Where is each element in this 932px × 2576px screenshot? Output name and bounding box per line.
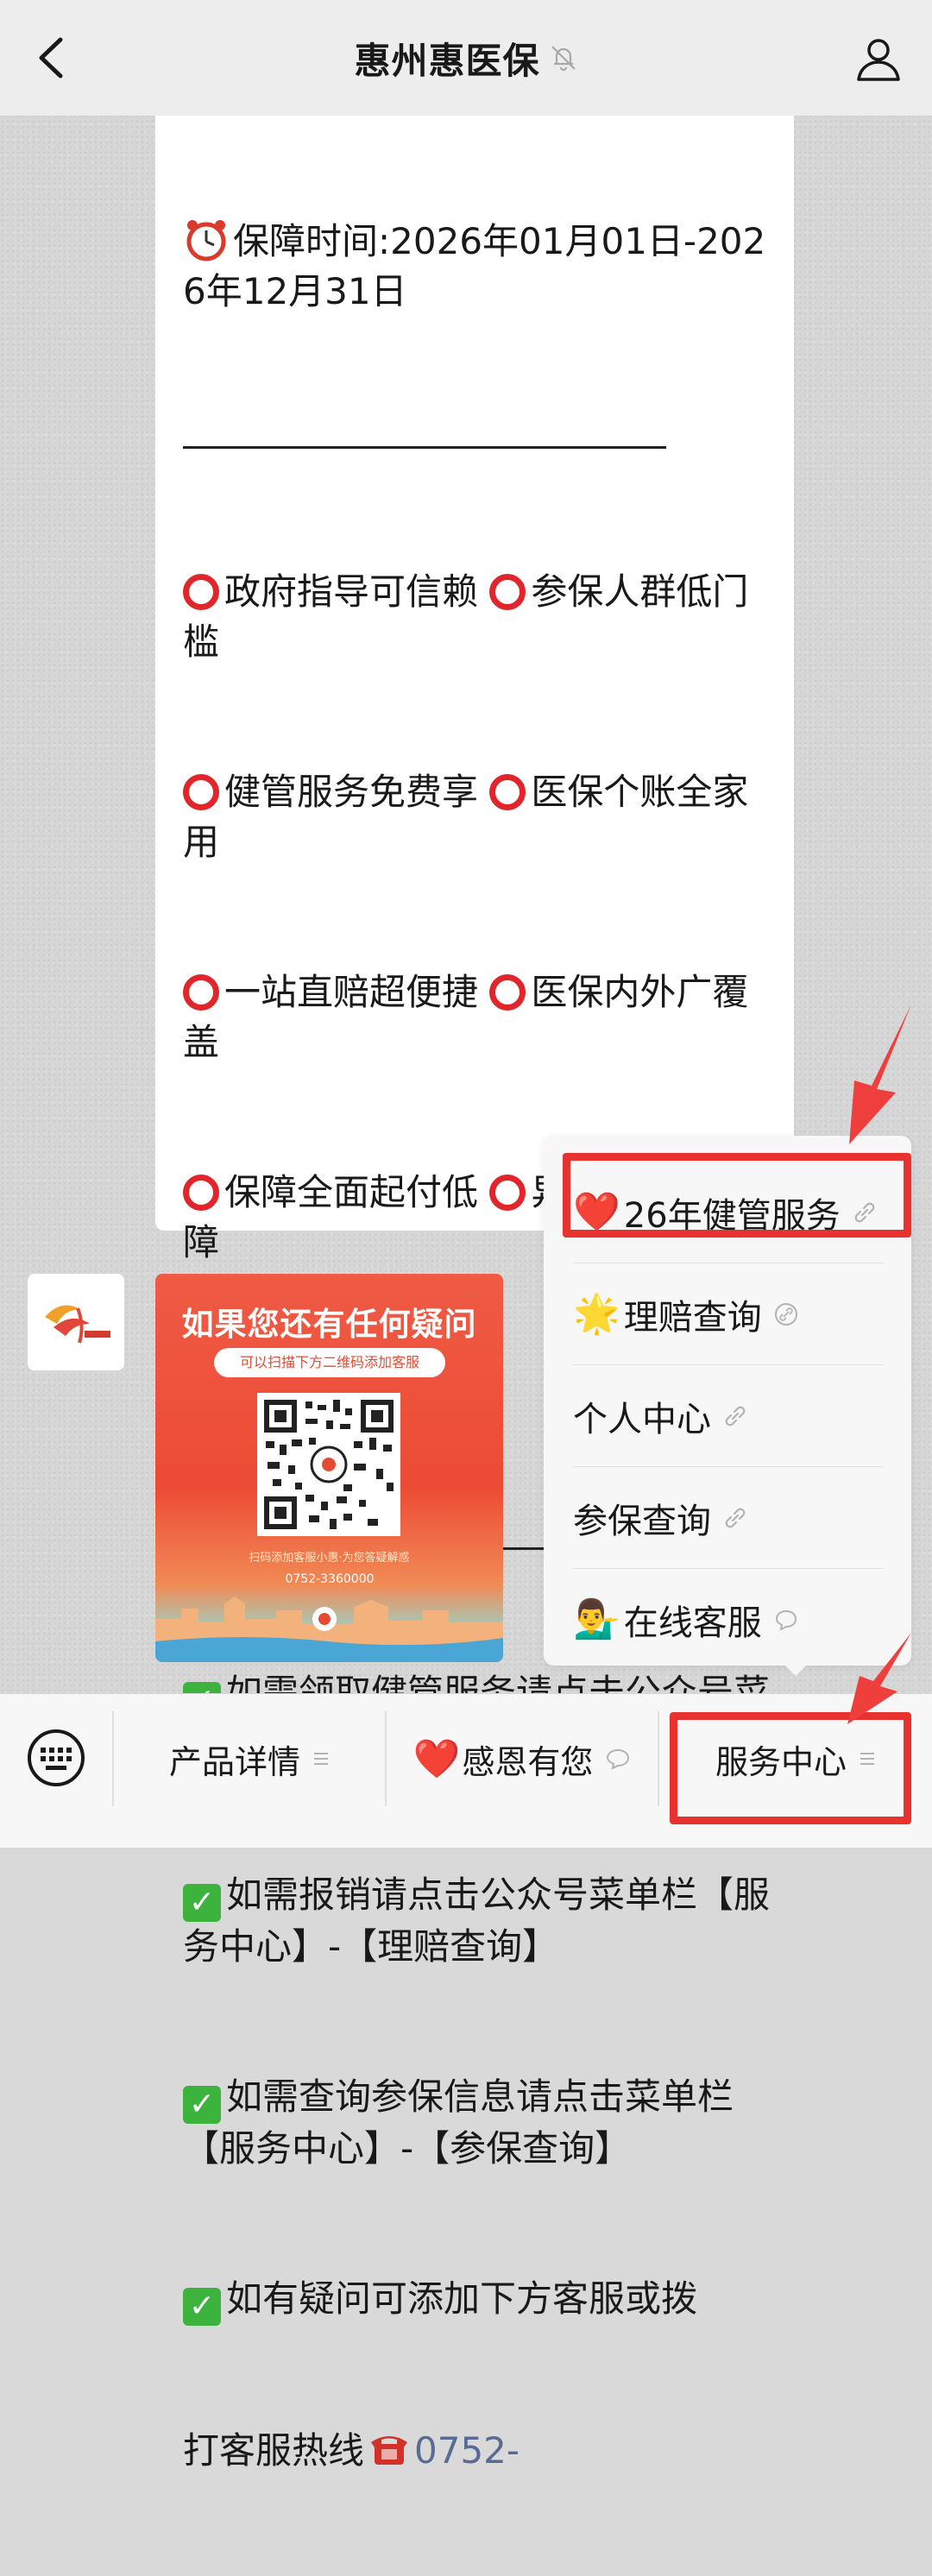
tab-thanks[interactable]: ❤️ 感恩有您 <box>387 1694 658 1823</box>
annotation-arrow-icon <box>847 1633 911 1724</box>
link-icon <box>774 1302 797 1326</box>
poster-subtitle-pill: 可以扫描下方二维码添加客服 <box>214 1348 445 1377</box>
text-message-bubble: 保障时间:2026年01月01日-2026年12月31日 政府指导可信赖 参保人… <box>155 116 794 2472</box>
poster-headline: 如果您还有任何疑问 <box>181 1306 477 1343</box>
submenu-pointer <box>782 1662 809 1676</box>
red-circle-icon <box>489 574 526 610</box>
hotline-number-link[interactable]: 0752- <box>414 2429 520 2472</box>
submenu-item-insurance-query[interactable]: 参保查询 <box>573 1467 884 1569</box>
annotation-highlight-box <box>670 1712 911 1824</box>
feature-text: 政府指导可信赖 <box>224 570 479 613</box>
feature-row: 健管服务免费享 医保个账全家用 <box>183 767 770 867</box>
tab-label: 产品详情 <box>168 1742 300 1781</box>
tip-line: ✓ 如需查询参保信息请点击菜单栏【服务中心】-【参保查询】 <box>183 2072 770 2174</box>
submenu-item-label: 在线客服 <box>623 1603 762 1643</box>
telephone-icon <box>371 2436 408 2465</box>
divider <box>183 417 770 467</box>
feature-text: 健管服务免费享 <box>224 771 479 813</box>
alarm-clock-icon <box>186 220 226 261</box>
period-text: 保障时间:2026年01月01日-2026年12月31日 <box>183 220 766 312</box>
annotation-arrow-icon <box>849 1005 911 1144</box>
submenu-item-label: 理赔查询 <box>623 1297 762 1338</box>
period-line: 保障时间:2026年01月01日-2026年12月31日 <box>183 216 770 317</box>
city-skyline-illustration <box>155 1597 503 1662</box>
red-circle-icon <box>183 574 219 610</box>
submenu-item-label: 参保查询 <box>573 1501 711 1541</box>
feature-text: 一站直赔超便捷 <box>224 971 479 1013</box>
tab-product-details[interactable]: 产品详情 <box>114 1694 385 1823</box>
check-mark-icon: ✓ <box>183 1884 221 1922</box>
heart-emoji: ❤️ <box>412 1737 461 1781</box>
page-title: 惠州惠医保 <box>354 39 540 82</box>
link-icon <box>725 1406 746 1426</box>
red-circle-icon <box>489 1175 526 1211</box>
red-circle-icon <box>489 974 526 1011</box>
tip-text: 如需报销请点击公众号菜单栏【服务中心】-【理赔查询】 <box>183 1874 771 1968</box>
link-icon <box>725 1508 746 1527</box>
feature-text: 保障全面起付低 <box>224 1171 479 1213</box>
logo-icon <box>45 1305 110 1344</box>
person-icon[interactable] <box>854 35 903 83</box>
chat-bubble-icon <box>607 1748 630 1770</box>
submenu-item-personal-center[interactable]: 个人中心 <box>573 1365 884 1467</box>
tip-line: ✓ 如有疑问可添加下方客服或拨 <box>183 2274 770 2326</box>
qr-code-icon <box>257 1393 400 1536</box>
bell-off-icon <box>551 46 576 72</box>
qr-code-poster-image[interactable]: 如果您还有任何疑问 可以扫描下方二维码添加客服 扫码添加客服小惠·为您答疑解惑 … <box>155 1274 503 1662</box>
title-wrap: 惠州惠医保 <box>0 0 932 116</box>
official-account-avatar[interactable] <box>28 1274 124 1370</box>
check-mark-icon: ✓ <box>183 2086 221 2124</box>
red-circle-icon <box>183 974 219 1011</box>
hotline-line: 打客服热线 0752- <box>183 2426 770 2476</box>
submenu-item-claim-query[interactable]: 🌟 理赔查询 <box>573 1263 884 1365</box>
hotline-prefix: 打客服热线 <box>183 2429 365 2472</box>
star-emoji: 🌟 <box>573 1291 620 1336</box>
tip-line: ✓ 如需报销请点击公众号菜单栏【服务中心】-【理赔查询】 <box>183 1870 770 1972</box>
keyboard-icon[interactable] <box>26 1728 86 1788</box>
tip-text: 如需查询参保信息请点击菜单栏【服务中心】-【参保查询】 <box>183 2075 734 2170</box>
check-mark-icon: ✓ <box>183 2288 221 2326</box>
submenu-item-label: 个人中心 <box>573 1399 711 1439</box>
red-circle-icon <box>183 1175 219 1211</box>
tab-label: 感恩有您 <box>462 1742 594 1781</box>
top-nav-bar: 惠州惠医保 <box>0 0 932 117</box>
feature-row: 政府指导可信赖 参保人群低门槛 <box>183 567 770 667</box>
annotation-highlight-box <box>563 1153 911 1238</box>
chat-bubble-icon <box>775 1609 797 1631</box>
red-circle-icon <box>489 774 526 810</box>
poster-footer-text: 扫码添加客服小惠·为您答疑解惑 <box>249 1552 410 1565</box>
feature-row: 一站直赔超便捷 医保内外广覆盖 <box>183 967 770 1068</box>
tip-text: 如有疑问可添加下方客服或拨 <box>226 2277 698 2320</box>
menu-lines-icon <box>314 1753 328 1765</box>
person-tipping-hand-emoji: 💁‍♂️ <box>573 1597 620 1641</box>
red-circle-icon <box>183 774 219 810</box>
